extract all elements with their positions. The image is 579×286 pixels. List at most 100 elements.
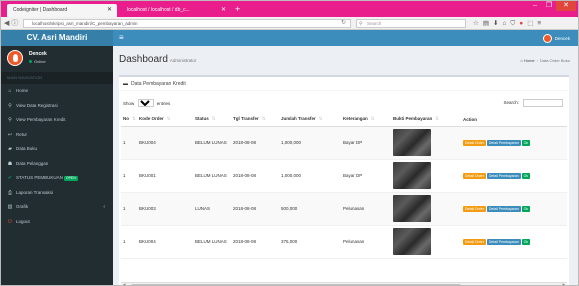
column-header-label: Bukti Pembayaran bbox=[393, 116, 433, 122]
browser-tab-phpmyadmin[interactable]: localhost / localhost / db_c... ✕ bbox=[121, 4, 231, 17]
ok-button[interactable]: Ok bbox=[521, 205, 531, 212]
browser-window: Codeigniter | Dashboard ✕ localhost / lo… bbox=[0, 0, 579, 286]
bookmark-star-icon[interactable]: ☆ bbox=[473, 20, 483, 27]
close-tab-icon[interactable]: ✕ bbox=[107, 4, 112, 17]
sidebar-item-status-pembukuan[interactable]: ✔ STATUS PEMBUKUAN OPEN bbox=[1, 171, 113, 186]
column-header-label: Action bbox=[463, 116, 477, 122]
cell-tgl-transfer: 2018-08-08 bbox=[231, 225, 279, 259]
cell-status: BELUM LUNAS bbox=[193, 126, 231, 160]
search-icon: ⚲ bbox=[359, 21, 363, 27]
brand-logo[interactable]: CV. Asri Mandiri bbox=[1, 30, 113, 46]
addon-icon[interactable]: ● bbox=[519, 20, 527, 27]
detail-order-button[interactable]: Detail Order bbox=[463, 205, 486, 212]
sort-icon: ⇅ bbox=[132, 116, 136, 122]
column-header-label: No bbox=[123, 116, 129, 122]
close-tab-icon[interactable]: ✕ bbox=[221, 4, 226, 17]
user-panel: Dencek Online bbox=[1, 46, 113, 72]
reading-list-icon[interactable]: ▤ bbox=[483, 20, 493, 27]
breadcrumb-home[interactable]: Home bbox=[524, 58, 535, 63]
sidebar-item-view-data-registrasi[interactable]: ⚲ View Data Registrasi bbox=[1, 99, 113, 114]
scroll-right-icon[interactable]: ▸ bbox=[562, 282, 565, 285]
payment-proof-image[interactable] bbox=[393, 162, 431, 189]
address-bar: ◀ⓘ localhost/skripsi_asri_mandiri/C_pemb… bbox=[1, 17, 578, 30]
entries-select[interactable]: 10 bbox=[137, 99, 154, 107]
column-header-kode-order[interactable]: Kode Order ⇅ bbox=[137, 113, 193, 127]
minimize-button[interactable]: – bbox=[528, 1, 542, 11]
column-header-no[interactable]: No ⇅ bbox=[121, 113, 137, 127]
cell-action: Detail Order Detail Pembayaran Ok bbox=[461, 225, 567, 259]
cell-keterangan: Bayar DP bbox=[341, 126, 391, 160]
sidebar-item-retur[interactable]: ↩ Retur bbox=[1, 128, 113, 143]
cell-tgl-transfer: 2018-08-08 bbox=[231, 192, 279, 226]
close-window-button[interactable]: ✕ bbox=[556, 1, 576, 11]
user-menu[interactable]: Dencek bbox=[542, 33, 570, 43]
table-header-row: No ⇅ Kode Order ⇅ Status ⇅ Tgl Transfer ⇅ Ju… bbox=[121, 113, 567, 127]
menu-icon[interactable]: ≡ bbox=[537, 20, 545, 27]
horizontal-scrollbar[interactable]: ◂ ▸ bbox=[121, 282, 567, 285]
check-icon: ✔ bbox=[7, 175, 13, 181]
sidebar-item-data-pelanggan[interactable]: ☗ Data Pelanggan bbox=[1, 157, 113, 172]
detail-pembayaran-button[interactable]: Detail Pembayaran bbox=[486, 205, 521, 212]
column-header-label: Tgl Transfer bbox=[233, 116, 259, 122]
sidebar: CV. Asri Mandiri Dencek Online MAIN NAVI… bbox=[1, 30, 113, 285]
top-navbar: ≡ Dencek bbox=[113, 30, 578, 46]
column-header-bukti-pembayaran[interactable]: Bukti Pembayaran ⇅ bbox=[391, 113, 461, 127]
sidebar-toggle-icon[interactable]: ≡ bbox=[119, 30, 124, 46]
browser-tab-dashboard[interactable]: Codeigniter | Dashboard ✕ bbox=[7, 4, 117, 17]
detail-order-button[interactable]: Detail Order bbox=[463, 238, 486, 245]
scroll-left-icon[interactable]: ◂ bbox=[123, 282, 126, 285]
sidebar-item-label: View Pembayaran Kredit bbox=[16, 117, 66, 122]
avatar bbox=[7, 50, 23, 66]
detail-pembayaran-button[interactable]: Detail Pembayaran bbox=[486, 139, 521, 146]
column-header-keterangan[interactable]: Keterangan ⇅ bbox=[341, 113, 391, 127]
pocket-icon[interactable]: ⛉ bbox=[510, 20, 519, 27]
payment-proof-image[interactable] bbox=[393, 129, 431, 156]
sidebar-item-logout[interactable]: ⏻ Logout bbox=[1, 215, 113, 230]
info-icon[interactable]: ⓘ bbox=[11, 20, 20, 27]
extension-icon[interactable]: ⬚ bbox=[527, 20, 537, 27]
new-tab-icon[interactable]: + bbox=[235, 3, 240, 15]
sidebar-item-home[interactable]: ⌂ Home bbox=[1, 84, 113, 99]
column-header-label: Kode Order bbox=[139, 116, 164, 122]
cell-kode-order: BKU001 bbox=[137, 159, 193, 193]
sidebar-item-view-pembayaran-kredit[interactable]: ⚲ View Pembayaran Kredit bbox=[1, 113, 113, 128]
table-row: 1 BKU003 LUNAS 2018-08-08 500,000 Peluna… bbox=[121, 192, 567, 226]
cell-keterangan: Pelunasan bbox=[341, 192, 391, 226]
payment-proof-image[interactable] bbox=[393, 195, 431, 222]
sidebar-item-label: Retur bbox=[16, 131, 28, 137]
retur-icon: ↩ bbox=[7, 131, 13, 138]
column-header-action: Action bbox=[461, 113, 567, 127]
column-header-status[interactable]: Status ⇅ bbox=[193, 113, 231, 127]
avatar bbox=[542, 33, 552, 43]
ok-button[interactable]: Ok bbox=[521, 238, 531, 245]
cell-jumlah-transfer: 1,000,000 bbox=[279, 126, 341, 160]
cell-no: 1 bbox=[121, 225, 137, 259]
logout-icon: ⏻ bbox=[8, 218, 12, 225]
payment-proof-image[interactable] bbox=[393, 228, 431, 255]
detail-pembayaran-button[interactable]: Detail Pembayaran bbox=[486, 172, 521, 179]
ok-button[interactable]: Ok bbox=[521, 139, 531, 146]
sidebar-item-laporan-transaksi[interactable]: ⎙ Laporan Transaksi bbox=[1, 186, 113, 201]
detail-order-button[interactable]: Detail Order bbox=[463, 172, 486, 179]
reload-icon[interactable]: ↻ bbox=[341, 19, 346, 28]
browser-search-input[interactable]: ⚲ Search bbox=[356, 19, 466, 28]
column-header-label: Jumlah Transfer bbox=[281, 116, 316, 122]
column-header-tgl-transfer[interactable]: Tgl Transfer ⇅ bbox=[231, 113, 279, 127]
chart-icon: ▥ bbox=[7, 204, 13, 210]
print-icon: ⎙ bbox=[7, 189, 12, 196]
detail-order-button[interactable]: Detail Order bbox=[463, 139, 486, 146]
sidebar-item-grafik[interactable]: ▥ Grafik ‹ bbox=[1, 200, 113, 215]
sidebar-item-label: Logout bbox=[16, 218, 30, 224]
cell-kode-order: BKU004 bbox=[137, 225, 193, 259]
maximize-button[interactable]: ❐ bbox=[542, 1, 556, 11]
sidebar-item-data-buku[interactable]: ▰ Data Buku bbox=[1, 142, 113, 157]
table-search-input[interactable] bbox=[523, 98, 563, 107]
ok-button[interactable]: Ok bbox=[521, 172, 531, 179]
url-input[interactable]: localhost/skripsi_asri_mandiri/C_pembaya… bbox=[23, 19, 351, 28]
column-header-jumlah-transfer[interactable]: Jumlah Transfer ⇅ bbox=[279, 113, 341, 127]
sidebar-item-label: STATUS PEMBUKUAN bbox=[16, 175, 63, 180]
detail-pembayaran-button[interactable]: Detail Pembayaran bbox=[486, 238, 521, 245]
cell-jumlah-transfer: 500,000 bbox=[279, 192, 341, 226]
window-controls: – ❐ ✕ bbox=[528, 1, 576, 11]
user-name: Dencek bbox=[29, 51, 47, 57]
